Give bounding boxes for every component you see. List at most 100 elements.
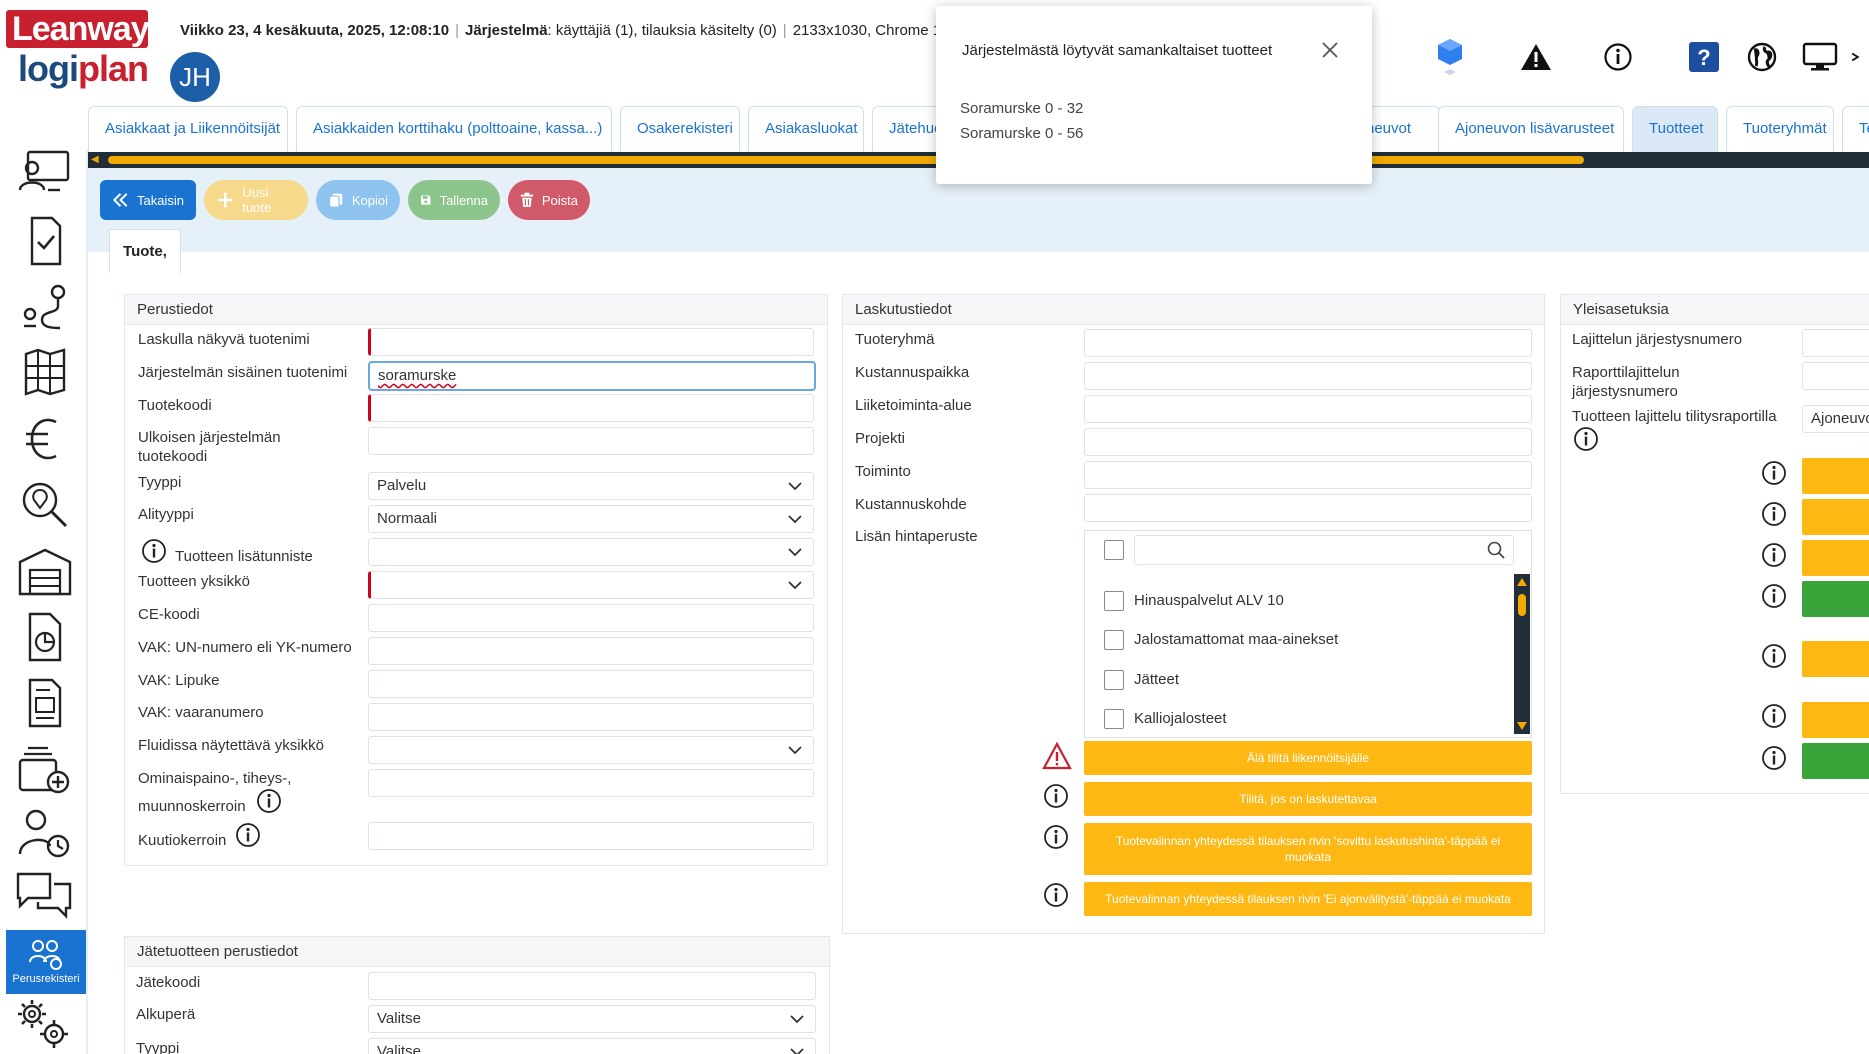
nav-dispatch-icon[interactable] <box>14 146 76 200</box>
subtype-select[interactable]: Normaali <box>368 505 814 533</box>
nav-add-collection-icon[interactable] <box>14 744 76 798</box>
unit-select[interactable] <box>368 571 814 599</box>
nav-base-registry[interactable]: Perusrekisteri <box>6 930 86 994</box>
tab-card-search[interactable]: Asiakkaiden korttihaku (polttoaine, kass… <box>296 106 612 152</box>
warning-icon[interactable] <box>1512 34 1560 80</box>
list-item-checkbox[interactable] <box>1104 670 1124 690</box>
product-group-input[interactable] <box>1084 329 1532 357</box>
agreed-price-button[interactable]: Tuotevalinnan yhteydessä tilauksen rivin… <box>1084 823 1532 875</box>
waste-type-select[interactable]: Valitse <box>368 1038 816 1054</box>
popup-similar-product[interactable]: Soramurske 0 - 32 <box>960 100 1083 117</box>
nav-routes-icon[interactable] <box>14 280 76 334</box>
list-item-checkbox[interactable] <box>1104 630 1124 650</box>
info-icon[interactable] <box>256 788 282 814</box>
tab-shareholders[interactable]: Osakerekisteri <box>620 106 740 152</box>
nav-search-location-icon[interactable] <box>14 478 76 532</box>
no-dispatch-button[interactable]: Tuotevalinnan yhteydessä tilauksen rivin… <box>1084 882 1532 916</box>
report-sort-input[interactable] <box>1802 362 1869 390</box>
tab-customers[interactable]: Asiakkaat ja Liikennöitsijät <box>88 106 288 152</box>
extra-id-select[interactable] <box>368 538 814 566</box>
nav-orders-icon[interactable] <box>14 214 76 268</box>
price-basis-search-input[interactable] <box>1134 535 1514 565</box>
list-item-checkbox[interactable] <box>1104 591 1124 611</box>
ext-code-input[interactable] <box>368 427 814 455</box>
no-settlement-button[interactable]: Älä tilitä liikennöitsijälle <box>1084 741 1532 775</box>
nav-billing-icon[interactable] <box>14 412 76 466</box>
nav-warehouse-icon[interactable] <box>14 544 76 598</box>
project-input[interactable] <box>1084 428 1532 456</box>
product-tab[interactable]: Tuote, <box>109 229 181 273</box>
nav-user-time-icon[interactable] <box>14 806 76 860</box>
globe-icon[interactable] <box>1738 34 1786 80</box>
general-toggle-button[interactable] <box>1802 540 1869 576</box>
info-icon[interactable] <box>1043 882 1069 908</box>
new-product-button[interactable]: Uusi tuote <box>204 180 308 220</box>
info-icon[interactable] <box>1761 501 1787 527</box>
copy-button[interactable]: Kopioi <box>316 180 400 220</box>
nav-settings-icon[interactable] <box>14 996 76 1050</box>
internal-name-input[interactable]: soramurske <box>368 361 816 391</box>
cube-icon[interactable] <box>1426 34 1474 80</box>
product-code-input[interactable] <box>368 394 814 422</box>
business-area-input[interactable] <box>1084 395 1532 423</box>
price-list-scrollbar[interactable] <box>1514 574 1530 734</box>
sort-number-input[interactable] <box>1802 329 1869 357</box>
info-icon[interactable] <box>1761 542 1787 568</box>
info-icon[interactable] <box>1761 745 1787 771</box>
scroll-down-icon[interactable] <box>1517 722 1527 730</box>
settings-partial-icon[interactable] <box>1848 34 1869 80</box>
hazard-number-input[interactable] <box>368 703 814 731</box>
nav-map-icon[interactable] <box>14 346 76 400</box>
scroll-left-icon[interactable]: ◀ <box>91 154 99 165</box>
ce-code-input[interactable] <box>368 604 814 632</box>
settlement-sort-select[interactable]: Ajoneuvo <box>1802 405 1869 433</box>
nav-reports-icon[interactable] <box>14 610 76 664</box>
general-toggle-button[interactable] <box>1802 458 1869 494</box>
type-select[interactable]: Palvelu <box>368 472 814 500</box>
vak-label-input[interactable] <box>368 670 814 698</box>
info-icon[interactable] <box>1573 426 1599 452</box>
user-avatar[interactable]: JH <box>170 52 220 102</box>
tab-product-groups[interactable]: Tuoteryhmät <box>1726 106 1834 152</box>
general-toggle-button[interactable] <box>1802 641 1869 677</box>
tab-products[interactable]: Tuotteet <box>1632 106 1718 152</box>
info-icon[interactable] <box>1043 783 1069 809</box>
info-icon[interactable] <box>235 822 261 848</box>
scroll-up-icon[interactable] <box>1517 578 1527 586</box>
origin-select[interactable]: Valitse <box>368 1005 816 1033</box>
info-icon[interactable] <box>1594 34 1642 80</box>
cost-object-input[interactable] <box>1084 494 1532 522</box>
close-icon[interactable] <box>1318 38 1342 62</box>
info-icon[interactable] <box>1043 824 1069 850</box>
waste-code-input[interactable] <box>368 972 816 1000</box>
delete-button[interactable]: Poista <box>508 180 590 220</box>
info-icon[interactable] <box>141 538 167 564</box>
list-item-checkbox[interactable] <box>1104 709 1124 729</box>
fluid-unit-select[interactable] <box>368 736 814 764</box>
popup-similar-product[interactable]: Soramurske 0 - 56 <box>960 125 1083 142</box>
select-all-checkbox[interactable] <box>1104 540 1124 560</box>
tab-customer-classes[interactable]: Asiakasluokat <box>748 106 864 152</box>
info-icon[interactable] <box>1761 643 1787 669</box>
settle-if-billable-button[interactable]: Tilitä, jos on laskutettavaa <box>1084 782 1532 816</box>
tab-vehicle-accessories[interactable]: Ajoneuvon lisävarusteet <box>1438 106 1624 152</box>
cubic-factor-input[interactable] <box>368 822 814 850</box>
general-toggle-button[interactable] <box>1802 702 1869 738</box>
price-list-scroll-thumb[interactable] <box>1518 594 1526 616</box>
save-button[interactable]: Tallenna <box>408 180 500 220</box>
display-name-input[interactable] <box>368 328 814 356</box>
density-input[interactable] <box>368 769 814 797</box>
general-toggle-button[interactable] <box>1802 499 1869 535</box>
nav-messages-icon[interactable] <box>14 868 76 922</box>
tab-more-partial[interactable]: Te <box>1842 106 1869 152</box>
general-toggle-button[interactable] <box>1802 743 1869 779</box>
un-number-input[interactable] <box>368 637 814 665</box>
info-icon[interactable] <box>1761 460 1787 486</box>
general-toggle-button[interactable] <box>1802 581 1869 617</box>
back-button[interactable]: Takaisin <box>100 180 196 220</box>
cost-center-input[interactable] <box>1084 362 1532 390</box>
info-icon[interactable] <box>1761 583 1787 609</box>
monitor-icon[interactable] <box>1796 34 1844 80</box>
nav-documents-icon[interactable] <box>14 676 76 730</box>
function-input[interactable] <box>1084 461 1532 489</box>
